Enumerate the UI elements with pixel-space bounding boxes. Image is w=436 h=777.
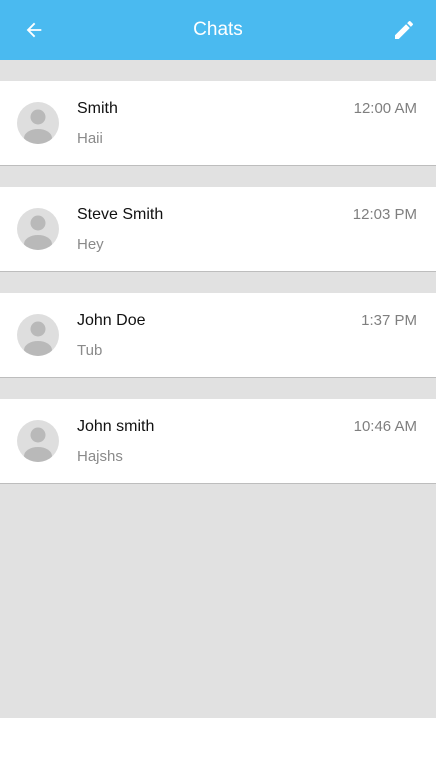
contact-name: John smith (77, 418, 155, 435)
chat-list-item[interactable]: Smith Haii 12:00 AM (0, 81, 436, 166)
chat-list-area: Smith Haii 12:00 AM Steve Smith Hey 12:0… (0, 60, 436, 718)
person-icon (24, 109, 52, 144)
chat-list-item[interactable]: John smith Hajshs 10:46 AM (0, 399, 436, 484)
back-button[interactable] (6, 0, 62, 60)
person-icon (24, 215, 52, 250)
contact-name: Steve Smith (77, 206, 164, 223)
app-bar: Chats (0, 0, 436, 60)
chat-list: Smith Haii 12:00 AM Steve Smith Hey 12:0… (0, 60, 436, 484)
avatar (17, 420, 59, 462)
contact-name: John Doe (77, 312, 146, 329)
pencil-icon (395, 20, 414, 39)
person-icon (24, 321, 52, 356)
message-time: 12:00 AM (353, 100, 417, 117)
last-message: Haii (77, 130, 103, 147)
chats-screen: Chats Smith Haii 12:00 AM Steve Smith He… (0, 0, 436, 777)
page-title: Chats (193, 19, 243, 40)
chat-list-item[interactable]: John Doe Tub 1:37 PM (0, 293, 436, 378)
avatar (17, 102, 59, 144)
avatar (17, 208, 59, 250)
last-message: Hajshs (77, 448, 123, 465)
contact-name: Smith (77, 100, 118, 117)
edit-button[interactable] (376, 0, 432, 60)
message-time: 1:37 PM (361, 312, 417, 329)
last-message: Hey (77, 236, 104, 253)
message-time: 10:46 AM (353, 418, 417, 435)
message-time: 12:03 PM (352, 206, 417, 223)
arrow-left-icon (26, 22, 42, 38)
chat-list-item[interactable]: Steve Smith Hey 12:03 PM (0, 187, 436, 272)
avatar (17, 314, 59, 356)
last-message: Tub (77, 342, 103, 359)
person-icon (24, 427, 52, 462)
